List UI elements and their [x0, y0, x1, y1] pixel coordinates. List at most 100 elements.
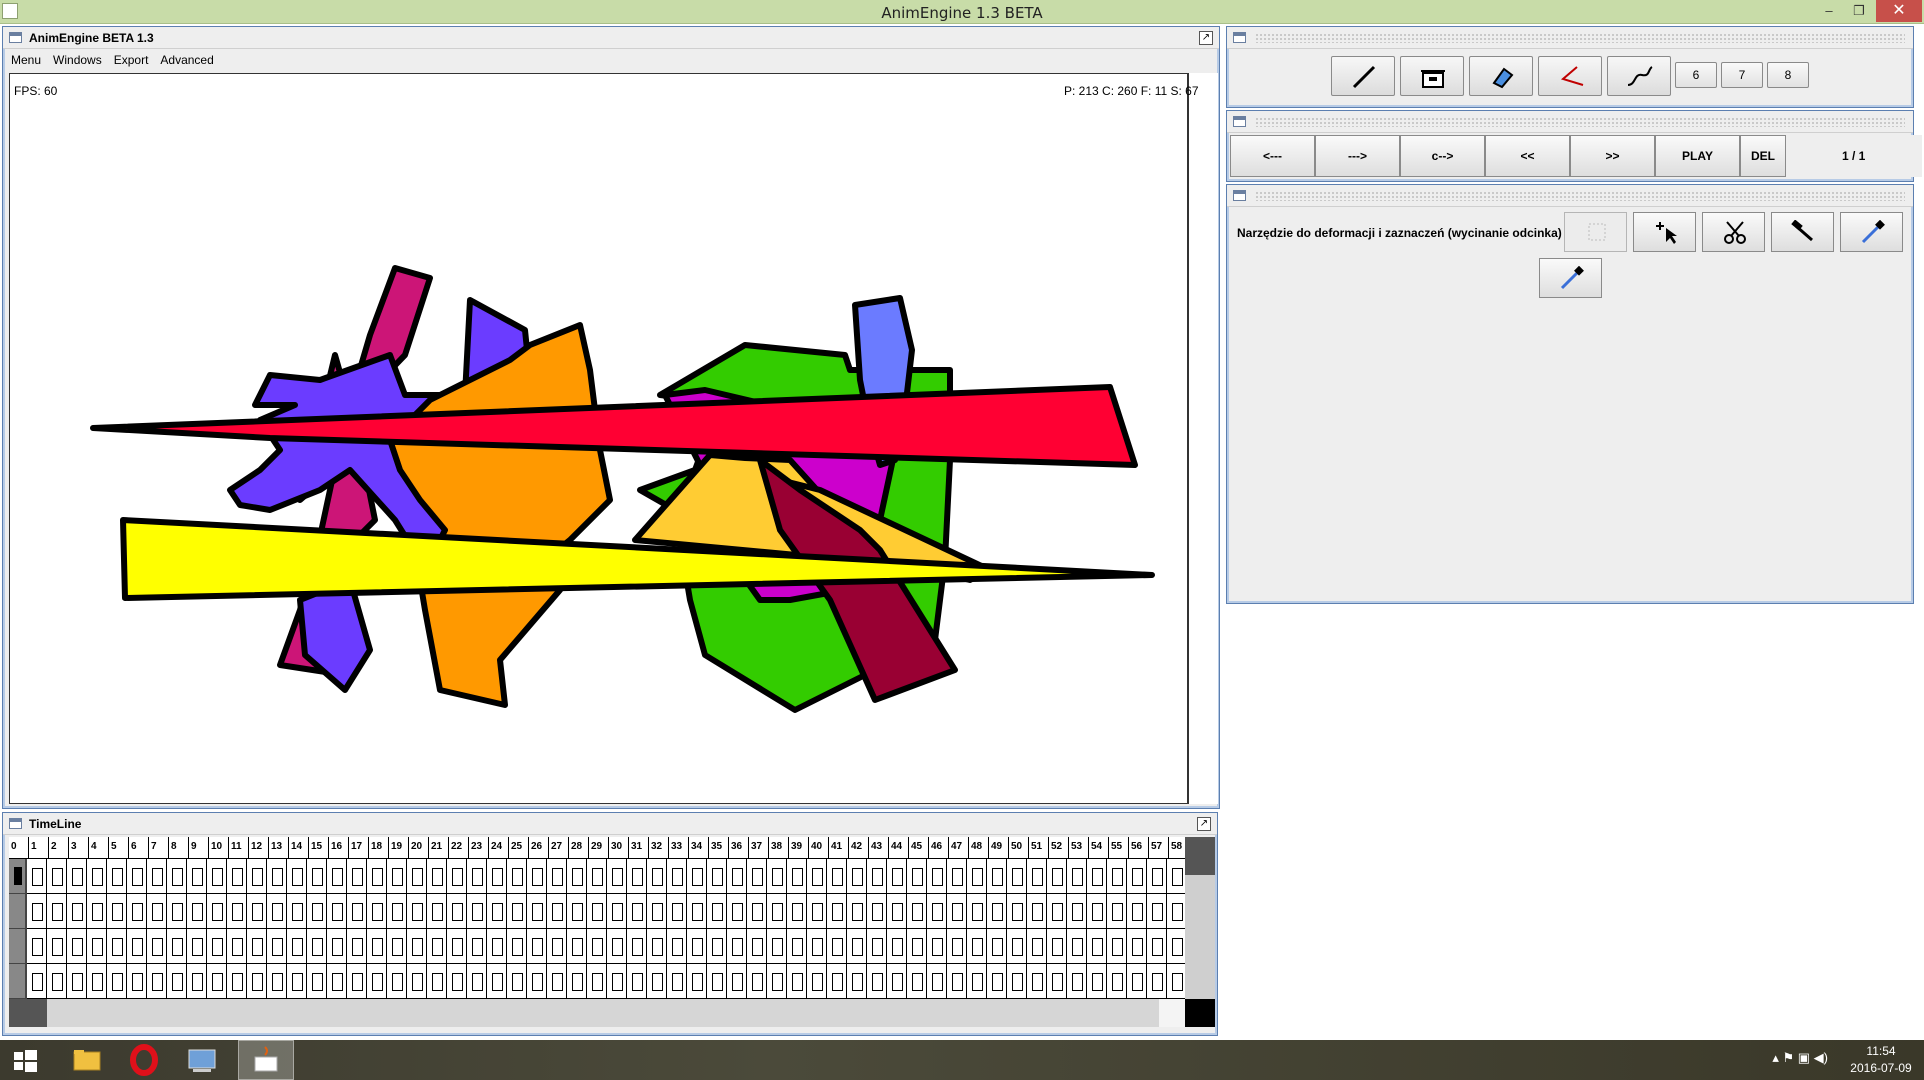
timeline-frame-cell[interactable]: [307, 964, 327, 999]
timeline-frame-cell[interactable]: [87, 964, 107, 999]
timeline-frame-cell[interactable]: [87, 929, 107, 964]
timeline-frame-cell[interactable]: [47, 964, 67, 999]
timeline-frame-cell[interactable]: [1147, 929, 1167, 964]
tool-8-button[interactable]: 8: [1767, 62, 1809, 88]
timeline-frame-cell[interactable]: [1167, 929, 1187, 964]
timeline-frame-cell[interactable]: [847, 929, 867, 964]
timeline-frame-cell[interactable]: [167, 894, 187, 929]
timeline-frame-cell[interactable]: [1027, 894, 1047, 929]
timeline-frame-header[interactable]: 2: [49, 837, 69, 859]
timeline-frame-cell[interactable]: [847, 859, 867, 894]
timeline-frame-cell[interactable]: [1087, 894, 1107, 929]
timeline-frame-header[interactable]: 35: [709, 837, 729, 859]
timeline-frame-cell[interactable]: [987, 964, 1007, 999]
hammer-tool-button[interactable]: [1771, 212, 1834, 252]
timeline-frame-header[interactable]: 37: [749, 837, 769, 859]
timeline-frame-header[interactable]: 57: [1149, 837, 1169, 859]
timeline-frame-header[interactable]: 20: [409, 837, 429, 859]
timeline-frame-cell[interactable]: [927, 859, 947, 894]
timeline-frame-cell[interactable]: [627, 859, 647, 894]
timeline-frame-cell[interactable]: [147, 964, 167, 999]
timeline-frame-cell[interactable]: [267, 894, 287, 929]
timeline-frame-cell[interactable]: [1067, 894, 1087, 929]
timeline-frame-cell[interactable]: [647, 929, 667, 964]
menu-item-export[interactable]: Export: [108, 50, 155, 67]
timeline-frame-cell[interactable]: [627, 929, 647, 964]
timeline-frame-header[interactable]: 17: [349, 837, 369, 859]
timeline-frame-cell[interactable]: [707, 964, 727, 999]
timeline-frame-cell[interactable]: [27, 964, 47, 999]
canvas-scroll-area[interactable]: [1188, 73, 1218, 804]
timeline-frame-cell[interactable]: [687, 964, 707, 999]
timeline-frame-cell[interactable]: [87, 894, 107, 929]
fast-forward-button[interactable]: >>: [1570, 135, 1655, 177]
menu-item-advanced[interactable]: Advanced: [154, 50, 219, 67]
timeline-frame-cell[interactable]: [687, 929, 707, 964]
timeline-frame-cell[interactable]: [1007, 929, 1027, 964]
timeline-frame-cell[interactable]: [27, 859, 47, 894]
timeline-frame-header[interactable]: 6: [129, 837, 149, 859]
timeline-frame-cell[interactable]: [467, 894, 487, 929]
timeline-frame-header[interactable]: 3: [69, 837, 89, 859]
timeline-titlebar[interactable]: TimeLine ↗: [3, 813, 1217, 835]
timeline-frame-cell[interactable]: [727, 859, 747, 894]
timeline-frame-cell[interactable]: [1047, 859, 1067, 894]
timeline-vertical-scrollbar[interactable]: [1185, 837, 1215, 1027]
timeline-frame-cell[interactable]: [447, 929, 467, 964]
timeline-horizontal-scrollbar[interactable]: [9, 999, 1159, 1027]
timeline-frame-cell[interactable]: [767, 894, 787, 929]
timeline-frame-cell[interactable]: [347, 859, 367, 894]
add-point-tool-button[interactable]: [1633, 212, 1696, 252]
minimize-button[interactable]: –: [1816, 0, 1842, 22]
pipette-2-tool-button[interactable]: [1539, 258, 1602, 298]
timeline-frame-cell[interactable]: [487, 859, 507, 894]
timeline-frame-header[interactable]: 36: [729, 837, 749, 859]
rewind-button[interactable]: <<: [1485, 135, 1570, 177]
timeline-frame-cell[interactable]: [207, 859, 227, 894]
timeline-frame-cell[interactable]: [47, 859, 67, 894]
timeline-frame-header[interactable]: 27: [549, 837, 569, 859]
timeline-frame-header[interactable]: 21: [429, 837, 449, 859]
timeline-frame-header[interactable]: 1: [29, 837, 49, 859]
timeline-frame-cell[interactable]: [767, 859, 787, 894]
timeline-frame-cell[interactable]: [807, 859, 827, 894]
playback-panel-titlebar[interactable]: [1227, 111, 1913, 133]
timeline-frame-cell[interactable]: [527, 964, 547, 999]
timeline-frame-cell[interactable]: [407, 859, 427, 894]
timeline-frame-cell[interactable]: [1007, 964, 1027, 999]
timeline-frame-cell[interactable]: [487, 929, 507, 964]
timeline-frame-header[interactable]: 15: [309, 837, 329, 859]
timeline-frame-header[interactable]: 26: [529, 837, 549, 859]
timeline-frame-cell[interactable]: [1067, 929, 1087, 964]
timeline-frame-cell[interactable]: [767, 964, 787, 999]
timeline-frame-cell[interactable]: [267, 929, 287, 964]
timeline-frame-cell[interactable]: [427, 964, 447, 999]
timeline-frame-header[interactable]: 24: [489, 837, 509, 859]
close-button[interactable]: ✕: [1876, 0, 1922, 22]
timeline-frame-cell[interactable]: [167, 929, 187, 964]
timeline-frame-cell[interactable]: [687, 859, 707, 894]
timeline-frame-cell[interactable]: [807, 964, 827, 999]
timeline-frame-cell[interactable]: [1127, 859, 1147, 894]
timeline-frame-cell[interactable]: [187, 929, 207, 964]
timeline-frame-header[interactable]: 46: [929, 837, 949, 859]
timeline-frame-cell[interactable]: [167, 964, 187, 999]
timeline-frame-cell[interactable]: [287, 929, 307, 964]
play-button[interactable]: PLAY: [1655, 135, 1740, 177]
drawing-canvas[interactable]: [9, 73, 1188, 804]
timeline-frame-header[interactable]: 39: [789, 837, 809, 859]
timeline-frame-cell[interactable]: [527, 894, 547, 929]
timeline-frame-cell[interactable]: [887, 859, 907, 894]
fill-tool-button[interactable]: [1469, 56, 1533, 96]
timeline-frame-cell[interactable]: [627, 964, 647, 999]
timeline-frame-cell[interactable]: [867, 929, 887, 964]
timeline-frame-cell[interactable]: [307, 859, 327, 894]
timeline-frame-cell[interactable]: [507, 929, 527, 964]
timeline-frame-cell[interactable]: [507, 964, 527, 999]
timeline-frame-cell[interactable]: [167, 859, 187, 894]
timeline-frame-cell[interactable]: [947, 894, 967, 929]
timeline-frame-cell[interactable]: [287, 964, 307, 999]
timeline-frame-cell[interactable]: [827, 964, 847, 999]
timeline-frame-cell[interactable]: [727, 929, 747, 964]
timeline-frame-cell[interactable]: [967, 859, 987, 894]
